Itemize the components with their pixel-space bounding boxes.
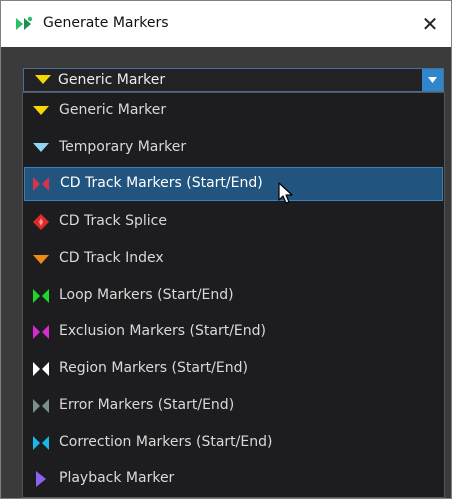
- list-item-playback-marker[interactable]: Playback Marker: [24, 462, 443, 496]
- region-markers-icon: [33, 362, 49, 376]
- generic-marker-icon: [33, 106, 49, 115]
- list-item-cd-track-index[interactable]: CD Track Index: [24, 242, 443, 276]
- app-logo-icon: [16, 16, 33, 30]
- playback-marker-icon: [36, 471, 46, 487]
- marker-type-select[interactable]: Generic Marker: [23, 68, 444, 92]
- list-item-label: Correction Markers (Start/End): [59, 434, 273, 450]
- list-item-loop-markers[interactable]: Loop Markers (Start/End): [24, 279, 443, 313]
- list-item-error-markers[interactable]: Error Markers (Start/End): [24, 389, 443, 423]
- list-item-label: Exclusion Markers (Start/End): [59, 323, 266, 339]
- list-item-cd-track-splice[interactable]: CD Track Splice: [24, 205, 443, 239]
- list-item-generic-marker[interactable]: Generic Marker: [24, 94, 443, 128]
- list-item-temporary-marker[interactable]: Temporary Marker: [24, 131, 443, 165]
- list-item-label: CD Track Splice: [59, 213, 167, 229]
- mouse-pointer-icon: [278, 182, 293, 204]
- cd-track-index-icon: [33, 255, 49, 264]
- list-item-label: Playback Marker: [59, 470, 175, 486]
- cd-track-splice-icon: [33, 214, 49, 230]
- list-item-label: CD Track Index: [59, 250, 164, 266]
- generic-marker-icon: [35, 75, 51, 84]
- window-title: Generate Markers: [43, 15, 169, 31]
- loop-markers-icon: [33, 289, 49, 303]
- dropdown-arrow-button[interactable]: [422, 69, 443, 91]
- list-item-region-markers[interactable]: Region Markers (Start/End): [24, 352, 443, 386]
- title-bar: Generate Markers ✕: [1, 1, 451, 47]
- exclusion-markers-icon: [33, 325, 49, 339]
- selected-value: Generic Marker: [58, 72, 166, 88]
- error-markers-icon: [33, 399, 49, 413]
- list-item-label: CD Track Markers (Start/End): [60, 175, 263, 191]
- temporary-marker-icon: [33, 143, 49, 152]
- list-item-label: Loop Markers (Start/End): [59, 287, 234, 303]
- list-item-exclusion-markers[interactable]: Exclusion Markers (Start/End): [24, 315, 443, 349]
- list-item-label: Temporary Marker: [59, 139, 187, 155]
- marker-type-dropdown-list: Generic Marker Temporary Marker CD Track…: [22, 92, 445, 498]
- generate-markers-dialog: Generate Markers ✕ Generic Marker Generi…: [0, 0, 452, 499]
- close-button[interactable]: ✕: [417, 11, 443, 37]
- list-item-label: Error Markers (Start/End): [59, 397, 235, 413]
- chevron-down-icon: [428, 77, 437, 83]
- list-item-cd-track-markers[interactable]: CD Track Markers (Start/End): [24, 167, 443, 201]
- cd-track-markers-icon: [33, 177, 49, 191]
- list-item-label: Region Markers (Start/End): [59, 360, 248, 376]
- list-item-label: Generic Marker: [59, 102, 167, 118]
- correction-markers-icon: [33, 436, 49, 450]
- list-item-correction-markers[interactable]: Correction Markers (Start/End): [24, 426, 443, 460]
